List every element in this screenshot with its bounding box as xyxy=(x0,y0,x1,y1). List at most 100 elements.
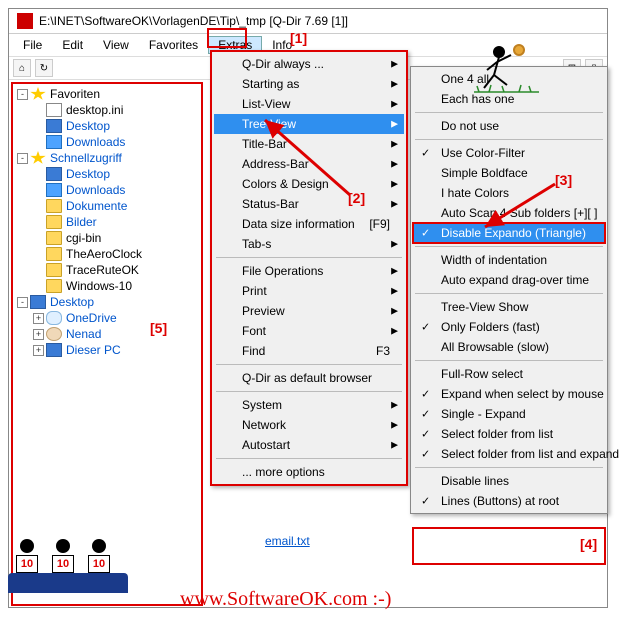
menu-item[interactable]: Q-Dir always ...▶ xyxy=(214,54,404,74)
menu-item[interactable]: Address-Bar▶ xyxy=(214,154,404,174)
menu-item[interactable]: Tree-View▶ xyxy=(214,114,404,134)
folder-blue-icon xyxy=(46,135,62,149)
tree-item[interactable]: Dokumente xyxy=(15,198,199,214)
tree-item[interactable]: Desktop xyxy=(15,118,199,134)
annotation-5: [5] xyxy=(150,320,167,336)
menu-item[interactable]: Title-Bar ▶ xyxy=(214,134,404,154)
menu-item[interactable]: ✓Only Folders (fast) xyxy=(413,317,605,337)
tree-item[interactable]: TheAeroClock xyxy=(15,246,199,262)
monitor-icon xyxy=(46,343,62,357)
menu-shortcut: F3 xyxy=(376,344,390,358)
expando-icon[interactable]: + xyxy=(33,329,44,340)
menu-item[interactable]: Data size information[F9] xyxy=(214,214,404,234)
tree-label: TheAeroClock xyxy=(66,247,142,261)
check-icon: ✓ xyxy=(421,147,430,160)
menu-separator xyxy=(415,139,603,140)
menu-item[interactable]: ✓Single - Expand xyxy=(413,404,605,424)
menu-item[interactable]: ✓Expand when select by mouse xyxy=(413,384,605,404)
menu-item[interactable]: Colors & Design▶ xyxy=(214,174,404,194)
extras-dropdown: Q-Dir always ...▶Starting as▶List-View▶T… xyxy=(210,50,408,486)
menu-item[interactable]: ✓Use Color-Filter xyxy=(413,143,605,163)
tree-label: Desktop xyxy=(66,167,110,181)
menu-item[interactable]: Tab-s▶ xyxy=(214,234,404,254)
tree-item[interactable]: Downloads xyxy=(15,182,199,198)
tree-item[interactable]: cgi-bin xyxy=(15,230,199,246)
annotation-4: [4] xyxy=(580,536,597,552)
submenu-arrow-icon: ▶ xyxy=(391,139,398,150)
toolbar-btn-1[interactable]: ⌂ xyxy=(13,59,31,77)
check-icon: ✓ xyxy=(421,408,430,421)
tree-item[interactable]: TraceRuteOK xyxy=(15,262,199,278)
tree-label: desktop.ini xyxy=(66,103,123,117)
tree-item[interactable]: Desktop xyxy=(15,166,199,182)
menu-item[interactable]: Tree-View Show xyxy=(413,297,605,317)
menu-item[interactable]: Preview▶ xyxy=(214,301,404,321)
menu-item[interactable]: Print▶ xyxy=(214,281,404,301)
menu-item-label: Disable Expando (Triangle) xyxy=(441,226,586,240)
menu-separator xyxy=(415,112,603,113)
submenu-arrow-icon: ▶ xyxy=(391,239,398,250)
tree-item[interactable]: Downloads xyxy=(15,134,199,150)
menu-item[interactable]: System▶ xyxy=(214,395,404,415)
toolbar-btn-2[interactable]: ↻ xyxy=(35,59,53,77)
tree-item[interactable]: -Favoriten xyxy=(15,86,199,102)
menu-item[interactable]: Starting as▶ xyxy=(214,74,404,94)
menu-item[interactable]: Autostart▶ xyxy=(214,435,404,455)
folder-icon xyxy=(46,279,62,293)
expando-icon[interactable]: - xyxy=(17,89,28,100)
menu-item[interactable]: ... more options xyxy=(214,462,404,482)
menu-item[interactable]: All Browsable (slow) xyxy=(413,337,605,357)
menu-item[interactable]: Width of indentation xyxy=(413,250,605,270)
file-link[interactable]: email.txt xyxy=(265,534,310,548)
tree-item[interactable]: -Schnellzugriff xyxy=(15,150,199,166)
menu-item[interactable]: Do not use xyxy=(413,116,605,136)
menu-item[interactable]: File Operations▶ xyxy=(214,261,404,281)
menu-item[interactable]: ✓Lines (Buttons) at root xyxy=(413,491,605,511)
menu-item[interactable]: ✓Select folder from list xyxy=(413,424,605,444)
menu-item-label: Font xyxy=(242,324,266,338)
menu-item[interactable]: Q-Dir as default browser xyxy=(214,368,404,388)
tree-panel[interactable]: -Favoritendesktop.iniDesktopDownloads-Sc… xyxy=(11,82,203,606)
menu-item[interactable]: Network▶ xyxy=(214,415,404,435)
menu-item-label: Do not use xyxy=(441,119,499,133)
menu-item[interactable]: FindF3 xyxy=(214,341,404,361)
tree-item[interactable]: Windows-10 xyxy=(15,278,199,294)
window-title: E:\INET\SoftwareOK\VorlagenDE\Tip\_tmp [… xyxy=(39,14,348,28)
menu-item-label: Tree-View Show xyxy=(441,300,528,314)
menu-item[interactable]: Auto expand drag-over time xyxy=(413,270,605,290)
expando-icon[interactable]: + xyxy=(33,313,44,324)
menu-item[interactable]: Full-Row select xyxy=(413,364,605,384)
menu-item[interactable]: ✓Disable Expando (Triangle) xyxy=(413,223,605,243)
menu-item[interactable]: Status-Bar▶ xyxy=(214,194,404,214)
menu-item[interactable]: I hate Colors xyxy=(413,183,605,203)
tree-label: Dokumente xyxy=(66,199,127,213)
menu-view[interactable]: View xyxy=(93,36,139,54)
menu-item[interactable]: Disable lines xyxy=(413,471,605,491)
submenu-arrow-icon: ▶ xyxy=(391,199,398,210)
menu-item[interactable]: Font▶ xyxy=(214,321,404,341)
tree-item[interactable]: desktop.ini xyxy=(15,102,199,118)
folder-icon xyxy=(46,199,62,213)
submenu-arrow-icon: ▶ xyxy=(391,440,398,451)
menu-item[interactable]: Auto Scan 4 Sub folders [+][ ] xyxy=(413,203,605,223)
menu-item[interactable]: ✓Select folder from list and expand xyxy=(413,444,605,464)
menu-item-label: Q-Dir as default browser xyxy=(242,371,372,385)
expando-icon[interactable]: - xyxy=(17,153,28,164)
app-icon xyxy=(17,13,33,29)
tree-item[interactable]: -Desktop xyxy=(15,294,199,310)
tree-item[interactable]: +OneDrive xyxy=(15,310,199,326)
menu-item[interactable]: Simple Boldface xyxy=(413,163,605,183)
menu-item-label: Address-Bar xyxy=(242,157,309,171)
menu-separator xyxy=(216,391,402,392)
tree-item[interactable]: +Dieser PC xyxy=(15,342,199,358)
tree-item[interactable]: Bilder xyxy=(15,214,199,230)
submenu-arrow-icon: ▶ xyxy=(391,99,398,110)
menu-item-label: Title-Bar xyxy=(242,137,287,151)
menu-edit[interactable]: Edit xyxy=(52,36,93,54)
menu-file[interactable]: File xyxy=(13,36,52,54)
menu-favorites[interactable]: Favorites xyxy=(139,36,208,54)
expando-icon[interactable]: - xyxy=(17,297,28,308)
expando-icon[interactable]: + xyxy=(33,345,44,356)
menu-item[interactable]: List-View▶ xyxy=(214,94,404,114)
tree-item[interactable]: +Nenad xyxy=(15,326,199,342)
